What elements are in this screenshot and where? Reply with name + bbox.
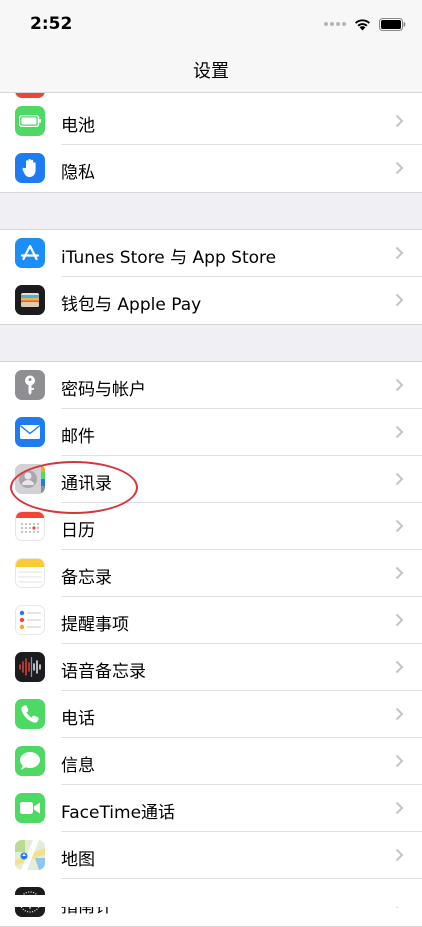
settings-row-label: 提醒事项 [61, 615, 129, 635]
chevron-right-icon [395, 246, 404, 260]
settings-row-label: 钱包与 Apple Pay [61, 295, 202, 315]
bottom-edge [0, 895, 422, 907]
settings-row-label: FaceTime通话 [61, 803, 176, 823]
settings-row-label: 密码与帐户 [61, 380, 146, 400]
reminders-icon [15, 605, 45, 635]
settings-row-reminders[interactable]: 提醒事项 [0, 597, 422, 644]
settings-row-label: 邮件 [61, 427, 95, 447]
settings-row-label: 通讯录 [61, 474, 112, 494]
settings-row-facetime[interactable]: FaceTime通话 [0, 785, 422, 832]
signal-icon [324, 22, 346, 26]
battery-icon [15, 106, 45, 136]
settings-group-store-wallet: iTunes Store 与 App Store 钱包与 Apple Pay [0, 229, 422, 325]
hand-icon [15, 153, 45, 183]
wifi-icon [355, 18, 370, 30]
battery-status-icon [379, 17, 406, 31]
settings-row-notes[interactable]: 备忘录 [0, 550, 422, 597]
maps-icon [15, 840, 45, 870]
settings-row-label: 地图 [61, 850, 95, 870]
key-icon [15, 370, 45, 400]
voice-memos-icon [15, 652, 45, 682]
facetime-icon [15, 793, 45, 823]
settings-row-itunes-app-store[interactable]: iTunes Store 与 App Store [0, 230, 422, 277]
notes-icon [15, 558, 45, 588]
settings-row-messages[interactable]: 信息 [0, 738, 422, 785]
settings-row-calendar[interactable]: 日历 [0, 503, 422, 550]
chevron-right-icon [395, 613, 404, 627]
status-bar: 2:52 [0, 0, 422, 48]
settings-row-label: 语音备忘录 [61, 662, 146, 682]
settings-row-wallet-apple-pay[interactable]: 钱包与 Apple Pay [0, 277, 422, 324]
settings-row-label: 信息 [61, 756, 95, 776]
chevron-right-icon [395, 293, 404, 307]
settings-row-passwords-accounts[interactable]: 密码与帐户 [0, 362, 422, 409]
settings-row-privacy[interactable]: 隐私 [0, 145, 422, 192]
chevron-right-icon [395, 801, 404, 815]
settings-row-label: 备忘录 [61, 568, 112, 588]
chevron-right-icon [395, 754, 404, 768]
status-icons [324, 16, 406, 32]
chevron-right-icon [395, 519, 404, 533]
settings-row-voice-memos[interactable]: 语音备忘录 [0, 644, 422, 691]
calendar-icon [15, 511, 45, 541]
settings-row-mail[interactable]: 邮件 [0, 409, 422, 456]
settings-list[interactable]: 电池 隐私 iTunes Store 与 App Store 钱包与 Apple… [0, 93, 422, 927]
settings-row-contacts[interactable]: 通讯录 [0, 456, 422, 503]
settings-row-label: 电池 [61, 116, 95, 136]
settings-group-apps: 密码与帐户 邮件 通讯录 日历 备忘录 提醒事项 语音备忘录 电话 信息 Fac… [0, 361, 422, 927]
messages-icon [15, 746, 45, 776]
settings-group-power-privacy: 电池 隐私 [0, 93, 422, 193]
chevron-right-icon [395, 472, 404, 486]
contacts-icon [15, 464, 45, 494]
settings-row-label: 电话 [61, 709, 95, 729]
settings-row-label: iTunes Store 与 App Store [61, 248, 277, 268]
settings-row-battery[interactable]: 电池 [0, 98, 422, 145]
chevron-right-icon [395, 425, 404, 439]
chevron-right-icon [395, 378, 404, 392]
phone-icon [15, 699, 45, 729]
settings-row-label: 隐私 [61, 163, 95, 183]
chevron-right-icon [395, 566, 404, 580]
chevron-right-icon [395, 707, 404, 721]
navigation-bar: 设置 [0, 48, 422, 93]
app-store-icon [15, 238, 45, 268]
chevron-right-icon [395, 848, 404, 862]
settings-row-label: 日历 [61, 521, 95, 541]
chevron-right-icon [395, 660, 404, 674]
wallet-icon [15, 285, 45, 315]
chevron-right-icon [395, 161, 404, 175]
chevron-right-icon [395, 114, 404, 128]
settings-row-maps[interactable]: 地图 [0, 832, 422, 879]
page-title: 设置 [193, 61, 229, 82]
mail-icon [15, 417, 45, 447]
settings-row-phone[interactable]: 电话 [0, 691, 422, 738]
status-time: 2:52 [30, 14, 73, 34]
